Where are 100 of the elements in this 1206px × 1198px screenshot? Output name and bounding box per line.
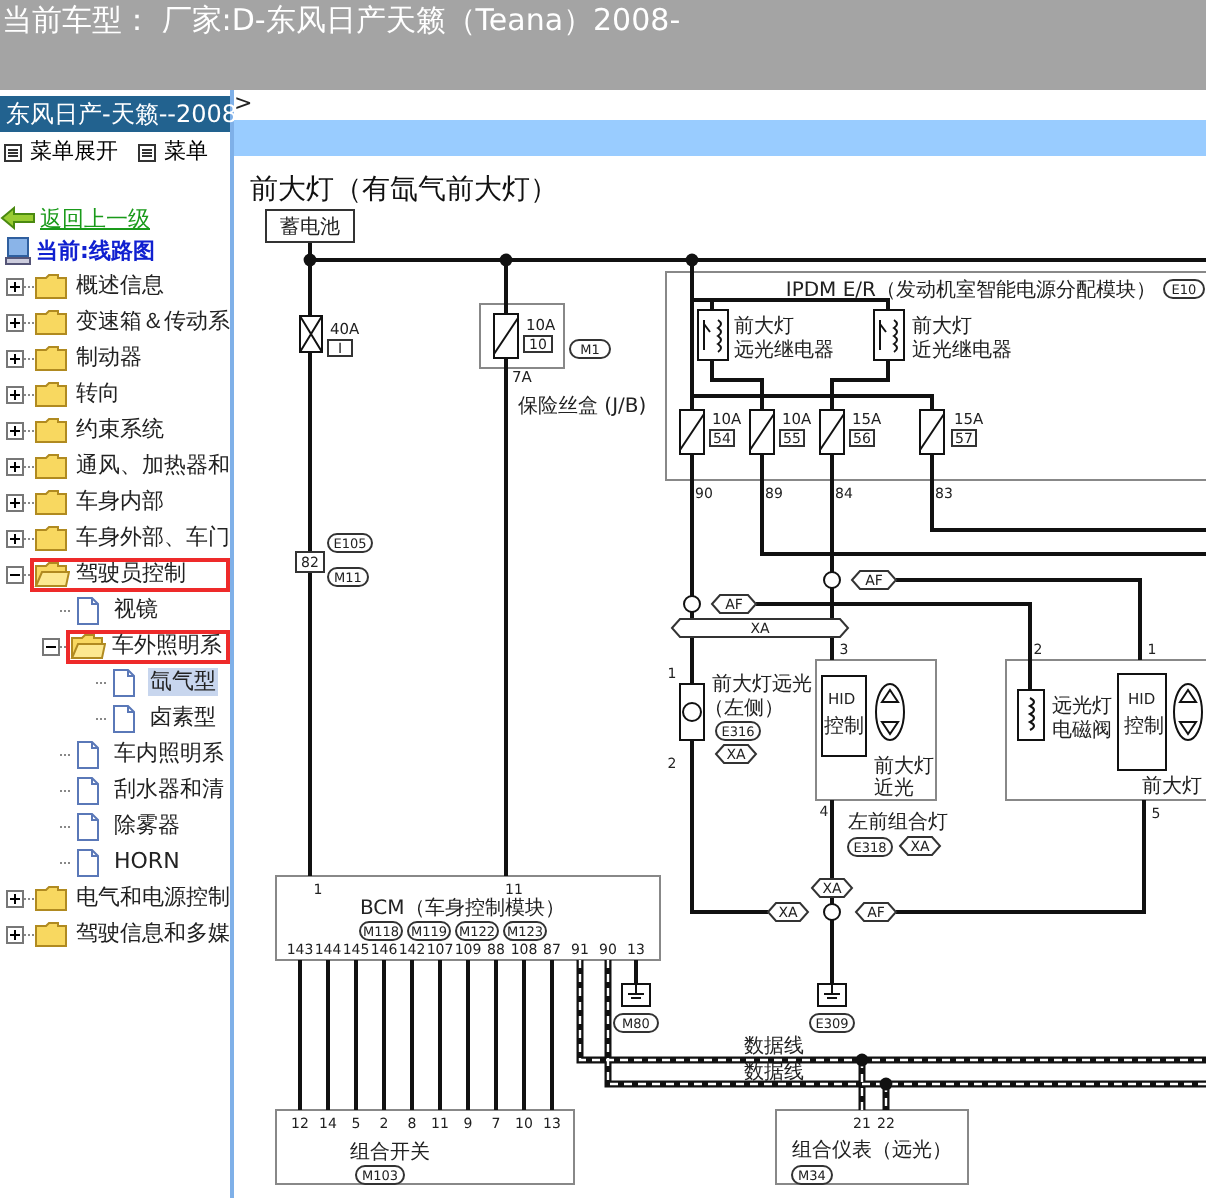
control-unit-outline [821,675,867,757]
expand-toggle[interactable] [6,529,24,547]
fuse-icon [819,409,845,455]
expand-toggle[interactable] [6,349,24,367]
tree-item[interactable]: 视镜 [112,596,160,624]
junction-dot [879,1077,893,1091]
current-location: 当前:线路图 [36,236,155,266]
diagram-label: 保险丝盒 (J/B) [518,396,647,418]
menu-toggle[interactable]: 菜单 [138,134,208,170]
ground-icon [621,983,651,1007]
ground-icon [817,983,847,1007]
relay-icon [697,309,729,361]
document-icon [74,595,102,625]
tree-item[interactable]: 变速箱＆传动系 [74,308,232,336]
expand-toggle[interactable] [6,493,24,511]
fuse-icon [749,409,775,455]
expand-toggle[interactable] [6,421,24,439]
expand-toggle[interactable] [42,637,60,655]
folder-icon [34,380,70,408]
tree-item[interactable]: 驾驶信息和多媒 [74,920,232,948]
fuse-icon [299,315,323,353]
menu-icon [138,143,156,161]
expand-toggle[interactable] [6,889,24,907]
diagram-label: BCM（车身控制模块） [360,898,565,920]
diagram-title: 前大灯（有氙气前大灯） [250,174,558,206]
diagram-label: （左侧） [704,698,784,720]
folder-icon [70,632,106,660]
diagram-label: 电磁阀 [1052,720,1112,742]
document-icon [110,703,138,733]
tree-item[interactable]: 车身外部、车门 [74,524,232,552]
diagram-label: 远光灯 [1052,696,1112,718]
junction-dot [685,253,699,267]
diagram-label: 数据线 [744,1036,804,1058]
tree-item[interactable]: 车身内部 [74,488,166,516]
back-arrow-icon[interactable] [0,206,36,230]
folder-icon [34,416,70,444]
tree-item[interactable]: 制动器 [74,344,144,372]
splice-circle [823,903,841,921]
menu-toggle[interactable]: 菜单展开 [4,134,118,170]
tree-item[interactable]: 车外照明系 [110,632,224,660]
tree-item[interactable]: 氙气型 [148,668,218,696]
tree-item[interactable]: 概述信息 [74,272,166,300]
tree-item[interactable]: 转向 [74,380,122,408]
diagram-label: 数据线 [744,1062,804,1084]
diagram-label: 前大灯 [1142,776,1202,798]
relay-icon [873,309,905,361]
tree-item[interactable]: 驾驶员控制 [74,560,188,588]
document-icon [74,739,102,769]
expand-toggle[interactable] [6,925,24,943]
diagram-label: 近光 [874,778,914,800]
junction-dot [499,253,513,267]
document-icon [110,667,138,697]
tree-item[interactable]: 卤素型 [148,704,218,732]
tree-item[interactable]: 刮水器和清 [112,776,226,804]
junction-dot [303,253,317,267]
diagram-label: 前大灯 [912,316,972,338]
fuse-icon [493,313,519,359]
document-icon [74,811,102,841]
expand-toggle[interactable] [6,565,24,583]
folder-icon [34,920,70,948]
folder-icon [34,344,70,372]
tree-item[interactable]: 通风、加热器和 [74,452,232,480]
expand-toggle[interactable] [6,385,24,403]
folder-icon [34,272,70,300]
tree-item[interactable]: HORN [112,848,182,876]
sidebar-title: 东风日产-天籁--2008 [0,96,230,132]
car-model-text: 当前车型： 厂家:D-东风日产天籁（Teana）2008- [0,2,681,38]
fuse-icon [679,409,705,455]
diagram-label: 组合开关 [350,1142,430,1164]
diagram-label: 远光继电器 [734,340,834,362]
back-link[interactable]: 返回上一级 [40,203,150,233]
nav-arrow[interactable]: > [234,90,253,116]
tree-item[interactable]: 约束系统 [74,416,166,444]
diagram-label: 控制 [824,716,864,738]
folder-icon [34,452,70,480]
control-unit-outline [1117,673,1167,771]
tree-item[interactable]: 除雾器 [112,812,182,840]
expand-toggle[interactable] [6,277,24,295]
expand-toggle[interactable] [6,457,24,475]
folder-icon [34,308,70,336]
document-icon [74,847,102,877]
folder-icon [34,524,70,552]
splice-circle [683,595,701,613]
diagram-label: 控制 [1124,716,1164,738]
folder-icon [34,488,70,516]
expand-toggle[interactable] [6,313,24,331]
computer-icon [4,236,32,266]
coil-icon [1017,689,1045,741]
diagram-label: 左前组合灯 [848,812,948,834]
tree-item[interactable]: 车内照明系 [112,740,226,768]
lamp-icon [679,683,705,741]
tree-item[interactable]: 电气和电源控制 [74,884,232,912]
splice-circle [823,571,841,589]
diagram-label: 前大灯 [874,756,934,778]
diagram-label: IPDM E/R（发动机室智能电源分配模块） [785,280,1156,302]
folder-icon [34,560,70,588]
diagram-label: 近光继电器 [912,340,1012,362]
lamp-icon [875,683,905,741]
folder-icon [34,884,70,912]
diagram-label: 前大灯远光 [712,674,812,696]
